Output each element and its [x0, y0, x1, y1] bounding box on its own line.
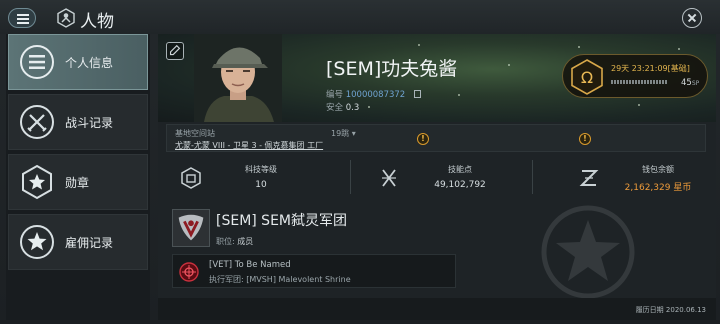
role-value: 成员	[237, 237, 254, 246]
alliance-name: [VET] To Be Named	[209, 260, 291, 270]
crossed-swords-icon	[20, 105, 54, 139]
warning-icon[interactable]: !	[579, 133, 591, 145]
sp-progress-bar	[611, 80, 667, 84]
menu-lines-icon	[20, 45, 54, 79]
warning-icon[interactable]: !	[417, 133, 429, 145]
sidebar-item-employment-history[interactable]: 雇佣记录	[8, 214, 148, 270]
omega-icon: Ω	[571, 59, 603, 95]
corporation-name[interactable]: [SEM] SEM弑灵军团	[216, 210, 347, 230]
svg-text:Ω: Ω	[581, 68, 593, 87]
character-window: 人物 个人信息 战斗记录 勋章 雇佣记录 [SEM]功夫兔酱 编号 100000…	[0, 0, 720, 324]
wallet-label: 钱包余额	[642, 165, 674, 174]
home-station-label: 基地空间站	[175, 129, 215, 138]
tech-level-label: 科技等级	[245, 165, 277, 174]
skillpoints-icon	[382, 169, 396, 187]
corporation-role: 职位: 成员	[216, 236, 253, 247]
sidebar: 个人信息 战斗记录 勋章 雇佣记录	[6, 34, 150, 320]
character-header: [SEM]功夫兔酱 编号 10000087372 安全 0.3 Ω 29天 23…	[158, 34, 716, 122]
character-id-label: 编号	[326, 90, 344, 100]
window-title: 人物	[80, 12, 114, 32]
character-name: [SEM]功夫兔酱	[326, 58, 458, 80]
omega-time-remaining: 29天 23:21:09[基础]	[611, 64, 690, 73]
home-station-name[interactable]: 尤蒙-尤蒙 VIII - 卫星 3 - 佩克慕集团 工厂	[175, 140, 323, 151]
security-status-row: 安全 0.3	[326, 101, 359, 113]
star-hexagon-icon	[22, 164, 52, 200]
corporation-logo[interactable]	[172, 209, 210, 247]
person-hexagon-icon	[57, 8, 75, 28]
footer: 履历日期 2020.06.13	[158, 298, 716, 320]
sidebar-item-label: 雇佣记录	[65, 236, 114, 250]
wallet-value: 2,162,329 星币	[624, 183, 692, 193]
isk-icon	[579, 170, 599, 186]
alliance-card[interactable]: [VET] To Be Named 执行军团: [MVSH] Malevolen…	[172, 254, 456, 288]
profile-panel: [SEM]功夫兔酱 编号 10000087372 安全 0.3 Ω 29天 23…	[158, 34, 716, 320]
sp-rate: 45SP	[681, 78, 699, 88]
menu-button[interactable]	[8, 8, 36, 28]
skillpoints-value: 49,102,792	[434, 180, 486, 190]
jump-count-value: 19跳	[331, 129, 350, 138]
sidebar-item-label: 战斗记录	[65, 116, 114, 130]
home-station[interactable]: 基地空间站 19跳 ▾ 尤蒙-尤蒙 VIII - 卫星 3 - 佩克慕集团 工厂…	[166, 124, 706, 152]
stats-divider	[532, 160, 533, 194]
character-id-row: 编号 10000087372	[326, 88, 421, 100]
omega-status-badge[interactable]: Ω 29天 23:21:09[基础] 45SP	[562, 54, 708, 98]
sp-rate-value: 45	[681, 78, 692, 88]
edit-portrait-button[interactable]	[166, 42, 184, 60]
sidebar-item-profile[interactable]: 个人信息	[8, 34, 148, 90]
tech-level-value: 10	[255, 180, 267, 190]
star-watermark-icon	[541, 205, 635, 299]
close-button[interactable]	[682, 8, 702, 28]
role-label: 职位:	[216, 237, 235, 246]
character-portrait	[194, 34, 282, 122]
character-id-value[interactable]: 10000087372	[346, 90, 406, 100]
sidebar-item-medals[interactable]: 勋章	[8, 154, 148, 210]
tech-level-icon	[181, 167, 201, 189]
security-status-label: 安全	[326, 103, 344, 113]
stats-divider	[350, 160, 351, 194]
jump-count: 19跳 ▾	[331, 129, 356, 138]
title-bar: 人物	[0, 0, 720, 34]
sidebar-item-label: 个人信息	[65, 56, 114, 70]
sidebar-item-combat-log[interactable]: 战斗记录	[8, 94, 148, 150]
sp-unit: SP	[691, 80, 700, 87]
executor-corporation: 执行军团: [MVSH] Malevolent Shrine	[209, 275, 351, 284]
copy-icon[interactable]	[413, 90, 421, 98]
edit-icon	[169, 44, 181, 56]
skillpoints-label: 技能点	[448, 165, 472, 174]
sidebar-item-label: 勋章	[65, 176, 90, 190]
security-status-value: 0.3	[345, 103, 360, 113]
alliance-logo	[179, 262, 199, 282]
history-date: 履历日期 2020.06.13	[635, 306, 706, 314]
star-circle-icon	[20, 225, 54, 259]
character-stats: 科技等级 10 技能点 49,102,792 钱包余额 2,162,329 星币	[166, 158, 706, 198]
